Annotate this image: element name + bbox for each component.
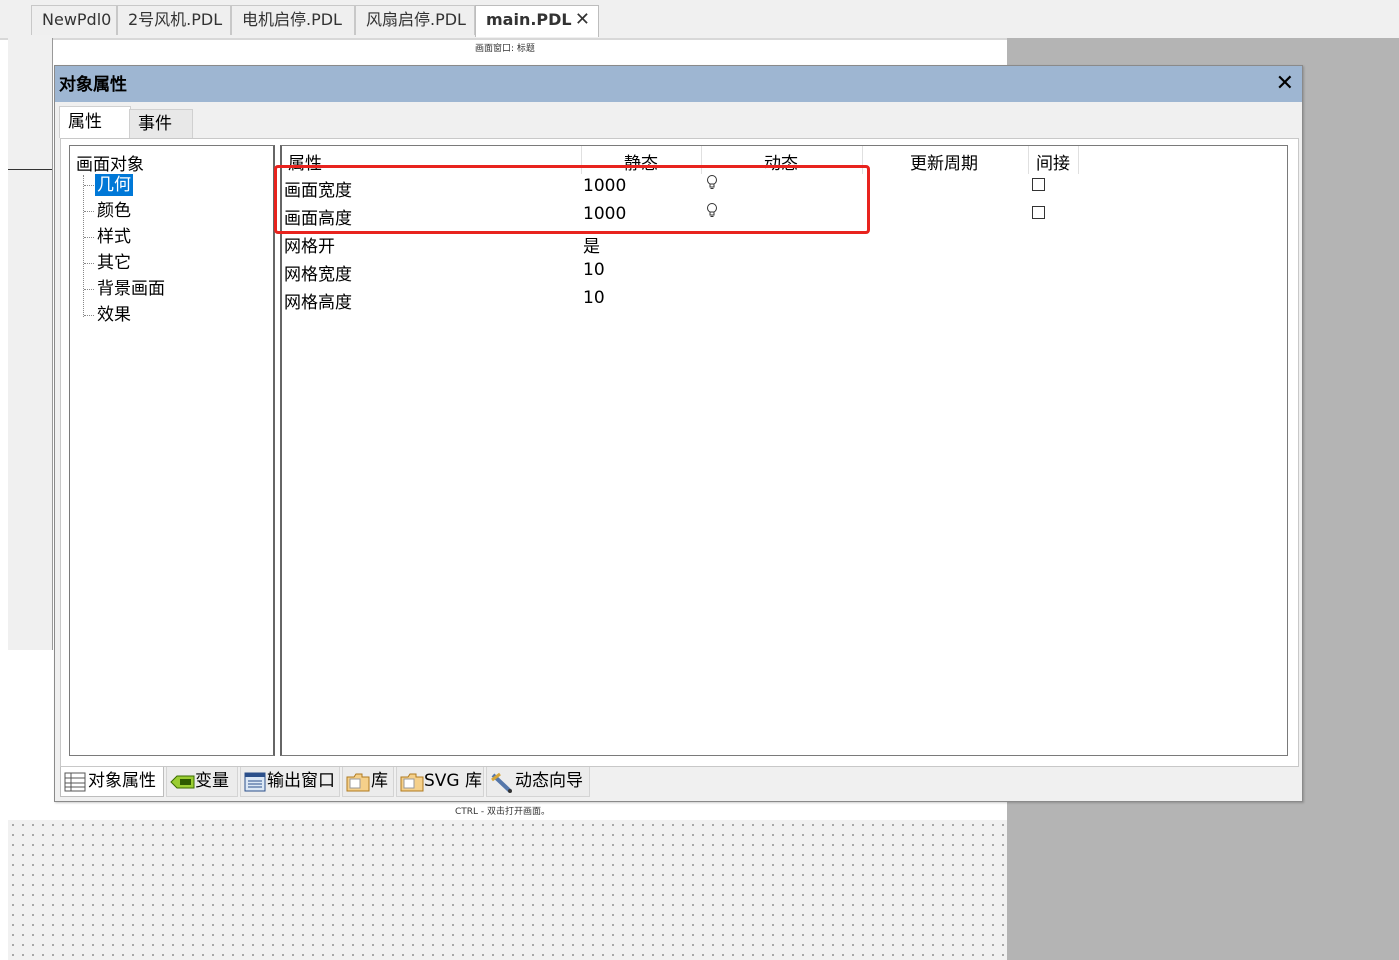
row-property[interactable]: 网格开 [284,232,335,257]
tree-item-effects[interactable]: 效果 [95,304,133,326]
tree-branch [84,315,94,316]
tab-main[interactable]: main.PDL ✕ [475,5,599,37]
tab-library[interactable]: 库 [342,767,394,797]
folder-icon [400,773,424,792]
tag-icon [170,775,195,789]
tab-label: 2号风机.PDL [128,10,223,29]
row-static-value[interactable]: 是 [583,232,600,257]
wizard-icon [491,772,512,793]
tab-label: 变量 [195,771,229,791]
tree-branch [84,185,94,186]
highlight-box [274,165,870,234]
dialog-title-text: 对象属性 [59,75,127,95]
tab-events-label: 事件 [138,114,172,134]
tab-label: 电机启停.PDL [242,10,342,29]
tree-branch [84,263,94,264]
picture-canvas[interactable] [8,820,1007,960]
column-separator [1078,146,1079,174]
tab-motor[interactable]: 电机启停.PDL [231,5,355,35]
column-header-update-cycle[interactable]: 更新周期 [910,149,978,174]
object-tree: 画面对象 几何 颜色 样式 其它 背景画面 效果 [69,145,275,756]
tab-label: SVG 库 [424,771,482,791]
close-tab-icon[interactable]: ✕ [575,6,590,34]
tab-label: 动态向导 [515,771,583,791]
indirect-checkbox[interactable] [1032,178,1045,191]
column-separator [1028,146,1029,174]
tab-label: 库 [371,771,388,791]
row-static-value[interactable]: 10 [583,288,605,308]
tree-branch [84,289,94,290]
dialog-title[interactable]: 对象属性 ✕ [55,66,1302,102]
indirect-checkbox[interactable] [1032,206,1045,219]
tab-fan[interactable]: 风扇启停.PDL [355,5,475,35]
tab-label: 输出窗口 [267,771,335,791]
canvas-hint-top: 画面窗口: 标题 [475,44,535,54]
tab-output-window[interactable]: 输出窗口 [240,767,340,797]
tree-branch [84,211,94,212]
tree-item-background[interactable]: 背景画面 [95,278,167,300]
tab-fan2[interactable]: 2号风机.PDL [117,5,231,35]
divider [8,169,52,170]
left-panel [8,38,53,650]
close-icon[interactable]: ✕ [1276,70,1294,98]
column-header-indirect[interactable]: 间接 [1036,149,1070,174]
document-tab-bar: NewPdl0 2号风机.PDL 电机启停.PDL 风扇启停.PDL main.… [0,0,1399,39]
canvas-hint-bottom: CTRL - 双击打开画面。 [455,807,551,817]
tree-item-geometry[interactable]: 几何 [95,174,133,196]
output-window-icon [244,772,266,792]
tree-root[interactable]: 画面对象 [76,150,144,175]
tree-line [83,175,84,317]
tree-item-color[interactable]: 颜色 [95,200,133,222]
tab-label: NewPdl0 [42,10,112,29]
tab-object-properties[interactable]: 对象属性 [60,767,164,797]
tab-label: 风扇启停.PDL [366,10,466,29]
tree-item-other[interactable]: 其它 [95,252,133,274]
property-grid: 属性 静态 动态 更新周期 间接 画面宽度 1000 画面高度 1000 网格开… [280,145,1288,756]
tab-label: 对象属性 [88,771,156,791]
row-static-value[interactable]: 10 [583,260,605,280]
tab-label: main.PDL [486,10,572,29]
row-property[interactable]: 网格高度 [284,288,352,313]
tree-item-style[interactable]: 样式 [95,226,133,248]
folder-icon [346,773,370,792]
tab-newpdl0[interactable]: NewPdl0 [31,5,117,35]
tab-dynamic-wizard[interactable]: 动态向导 [486,767,590,797]
tree-branch [84,237,94,238]
tab-properties-label: 属性 [68,112,102,132]
tab-tags[interactable]: 变量 [166,767,238,797]
properties-icon [64,772,86,792]
tab-svg-library[interactable]: SVG 库 [396,767,484,797]
tab-properties[interactable]: 属性 [59,106,131,138]
row-property[interactable]: 网格宽度 [284,260,352,285]
tab-events[interactable]: 事件 [129,109,193,138]
